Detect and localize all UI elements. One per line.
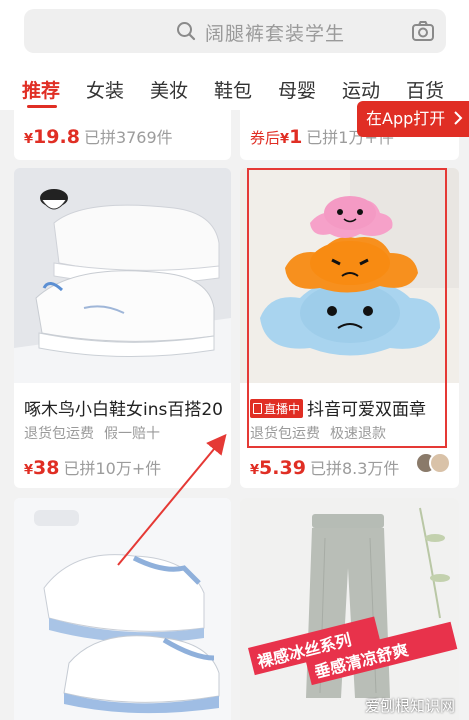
watermark: 爱刨根知识网: [364, 697, 455, 715]
annotation-arrow: [117, 433, 227, 566]
